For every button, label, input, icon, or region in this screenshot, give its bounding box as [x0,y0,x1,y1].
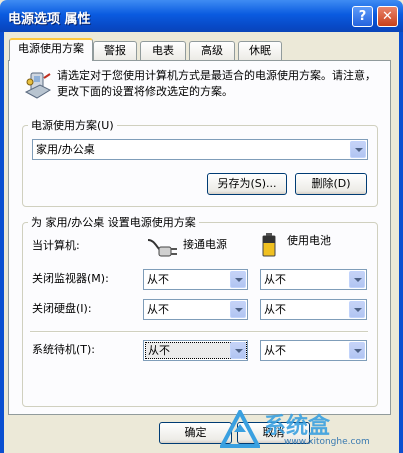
monitor-off-battery-select[interactable]: 从不 [260,269,367,290]
chevron-down-icon[interactable] [230,342,246,359]
watermark-text: 系统盒 [264,414,331,439]
hard-disk-off-plugged-value: 从不 [147,303,169,316]
tab-advanced[interactable]: 高级 [189,41,235,60]
when-computer-label: 当计算机: [32,239,80,252]
tab-label: 警报 [104,44,126,57]
tab-hibernate[interactable]: 休眠 [238,41,282,60]
chevron-down-icon[interactable] [349,342,365,359]
system-standby-plugged-select[interactable]: 从不 [143,340,248,361]
save-as-button[interactable]: 另存为(S)... [207,173,287,195]
chevron-down-icon[interactable] [349,301,365,318]
tab-label: 休眠 [249,44,271,57]
window-frame-right [399,32,403,453]
tab-label: 电表 [152,44,174,57]
column-battery: 使用电池 [287,234,331,247]
power-scheme-select[interactable]: 家用/办公桌 [32,139,368,160]
window-frame-left [0,32,4,453]
chevron-down-icon[interactable] [350,141,366,158]
monitor-off-label: 关闭监视器(M): [32,272,109,285]
system-standby-label: 系统待机(T): [32,343,96,356]
watermark: 系统盒 www.xitonghe.com [218,408,398,450]
tab-alarms[interactable]: 警报 [93,41,137,60]
tab-power-schemes[interactable]: 电源使用方案 [9,38,93,61]
power-scheme-value: 家用/办公桌 [36,143,95,156]
hard-disk-off-battery-value: 从不 [264,303,286,316]
monitor-off-plugged-value: 从不 [147,273,169,286]
watermark-logo-icon [220,410,260,448]
divider [30,331,368,333]
delete-button[interactable]: 删除(D) [295,173,367,195]
system-standby-battery-value: 从不 [264,344,286,357]
settings-legend: 为 家用/办公桌 设置电源使用方案 [28,216,199,229]
tab-label: 电源使用方案 [18,42,84,55]
tab-label: 高级 [201,44,223,57]
description-text: 请选定对于您使用计算机方式是最适合的电源使用方案。请注意，更改下面的设置将修改选… [57,69,376,98]
help-button[interactable]: ? [352,6,373,27]
hard-disk-off-plugged-select[interactable]: 从不 [143,299,248,320]
hard-disk-off-label: 关闭硬盘(I): [32,302,92,315]
power-scheme-legend: 电源使用方案(U) [28,119,117,132]
monitor-off-battery-value: 从不 [264,273,286,286]
battery-icon [262,233,276,257]
chevron-down-icon[interactable] [349,271,365,288]
hard-disk-off-battery-select[interactable]: 从不 [260,299,367,320]
watermark-url: www.xitonghe.com [284,437,370,447]
system-standby-battery-select[interactable]: 从不 [260,340,367,361]
plug-icon [147,239,177,257]
column-plugged-in: 接通电源 [183,238,227,251]
tab-power-meter[interactable]: 电表 [140,41,186,60]
monitor-off-plugged-select[interactable]: 从不 [143,269,248,290]
chevron-down-icon[interactable] [230,271,246,288]
close-button[interactable]: ✕ [377,6,398,27]
title-bar[interactable]: 电源选项 属性 ? ✕ [0,0,403,32]
window-title: 电源选项 属性 [8,12,91,27]
chevron-down-icon[interactable] [230,301,246,318]
power-options-icon [24,72,52,99]
